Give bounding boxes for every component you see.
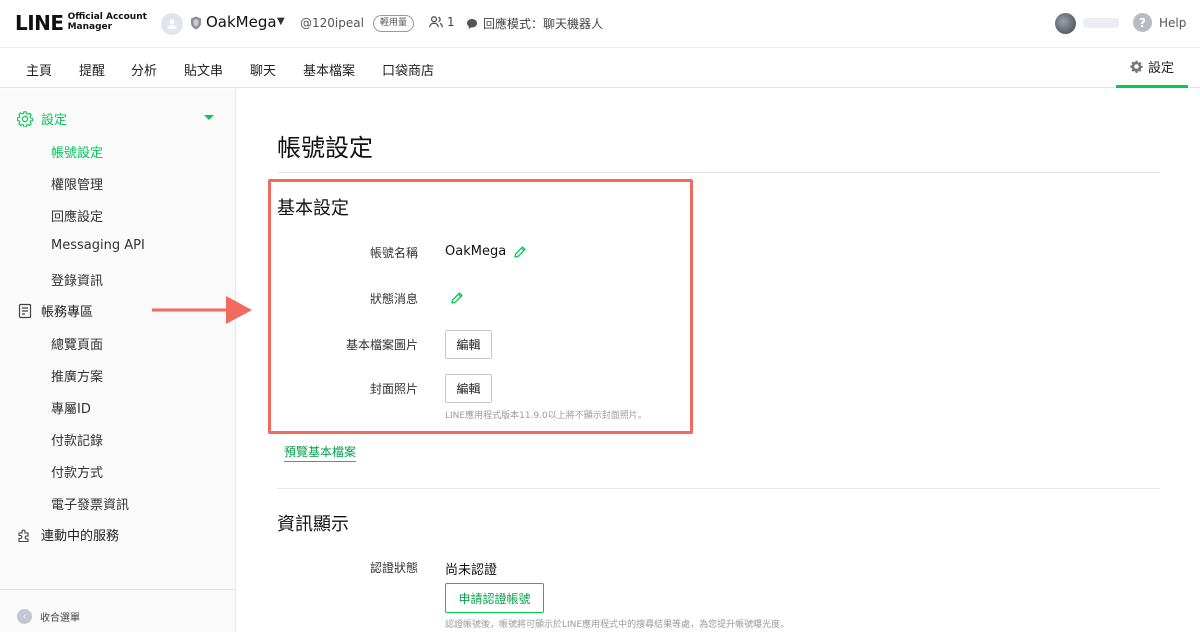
logo-subtitle: Official Account Manager — [67, 12, 147, 32]
top-header: LINE Official Account Manager OakMega ▼ … — [0, 0, 1200, 48]
sidebar-group-settings[interactable]: 設定 — [17, 109, 67, 128]
friend-count: 1 — [429, 15, 455, 29]
chevron-down-icon[interactable]: ▼ — [277, 16, 285, 27]
chevron-left-icon: ‹ — [17, 609, 32, 624]
help-link[interactable]: ? Help — [1133, 13, 1186, 32]
help-icon: ? — [1133, 13, 1152, 32]
tab-settings[interactable]: 設定 — [1116, 48, 1188, 88]
account-id: @120ipeal — [300, 16, 364, 30]
tab-analytics[interactable]: 分析 — [131, 60, 157, 79]
sidebar-group-linked-services[interactable]: 連動中的服務 — [17, 525, 119, 544]
sidebar-group-billing[interactable]: 帳務專區 — [17, 301, 93, 320]
preview-profile-link[interactable]: 預覽基本檔案 — [284, 443, 357, 462]
puzzle-icon — [18, 529, 29, 542]
title-divider — [277, 172, 1160, 173]
sidebar-item-registration[interactable]: 登錄資訊 — [51, 270, 103, 289]
line-oa-logo[interactable]: LINE Official Account Manager — [15, 12, 147, 34]
sidebar-item-overview[interactable]: 總覽頁面 — [51, 334, 103, 353]
sidebar-item-messaging-api[interactable]: Messaging API — [51, 238, 145, 253]
tab-shop[interactable]: 口袋商店 — [382, 60, 434, 79]
document-icon — [18, 303, 32, 318]
sidebar-item-payment-method[interactable]: 付款方式 — [51, 462, 103, 481]
user-icon — [167, 19, 177, 29]
caret-down-icon[interactable] — [204, 115, 214, 120]
section-divider — [277, 488, 1160, 489]
sidebar-item-e-invoice[interactable]: 電子發票資訊 — [51, 494, 129, 513]
account-avatar[interactable] — [161, 13, 183, 35]
chat-bubble-icon — [467, 18, 477, 29]
tab-reminders[interactable]: 提醒 — [79, 60, 105, 79]
account-name[interactable]: OakMega — [206, 13, 277, 31]
certification-status-label: 認證狀態 — [369, 561, 418, 575]
page-title: 帳號設定 — [277, 134, 373, 162]
tab-chat[interactable]: 聊天 — [250, 60, 276, 79]
certification-note: 認證帳號後，帳號將可顯示於LINE應用程式中的搜尋結果等處，為您提升帳號曝光度。 — [445, 620, 790, 630]
annotation-highlight-box — [268, 179, 693, 434]
info-display-title: 資訊顯示 — [277, 514, 349, 535]
sidebar: 設定 帳號設定 權限管理 回應設定 Messaging API 登錄資訊 帳務專… — [0, 89, 236, 632]
sidebar-item-premium-id[interactable]: 專屬ID — [51, 398, 91, 417]
tab-profile[interactable]: 基本檔案 — [303, 60, 355, 79]
sidebar-item-permissions[interactable]: 權限管理 — [51, 174, 103, 193]
shield-icon — [191, 16, 201, 30]
apply-certification-button[interactable]: 申請認證帳號 — [445, 583, 544, 613]
sidebar-item-plans[interactable]: 推廣方案 — [51, 366, 103, 385]
gear-icon — [17, 110, 33, 127]
sidebar-divider — [0, 589, 235, 590]
sidebar-item-response[interactable]: 回應設定 — [51, 206, 103, 225]
user-name-redacted — [1083, 18, 1119, 28]
sidebar-item-account-settings[interactable]: 帳號設定 — [51, 142, 103, 161]
usage-badge: 輕用量 — [373, 15, 415, 32]
sidebar-item-payments[interactable]: 付款記錄 — [51, 430, 103, 449]
tab-home[interactable]: 主頁 — [26, 60, 52, 79]
tab-timeline[interactable]: 貼文串 — [184, 60, 223, 79]
logo-text: LINE — [15, 11, 64, 35]
gear-icon — [1130, 60, 1143, 73]
reply-mode[interactable]: 回應模式：聊天機器人 — [466, 15, 603, 32]
certification-status-value: 尚未認證 — [445, 563, 498, 578]
collapse-menu-button[interactable]: ‹ 收合選單 — [17, 609, 80, 624]
main-nav: 主頁 提醒 分析 貼文串 聊天 基本檔案 口袋商店 設定 — [0, 48, 1200, 88]
friends-icon — [429, 16, 443, 28]
annotation-arrow-icon — [152, 296, 252, 324]
user-avatar[interactable] — [1055, 13, 1076, 34]
